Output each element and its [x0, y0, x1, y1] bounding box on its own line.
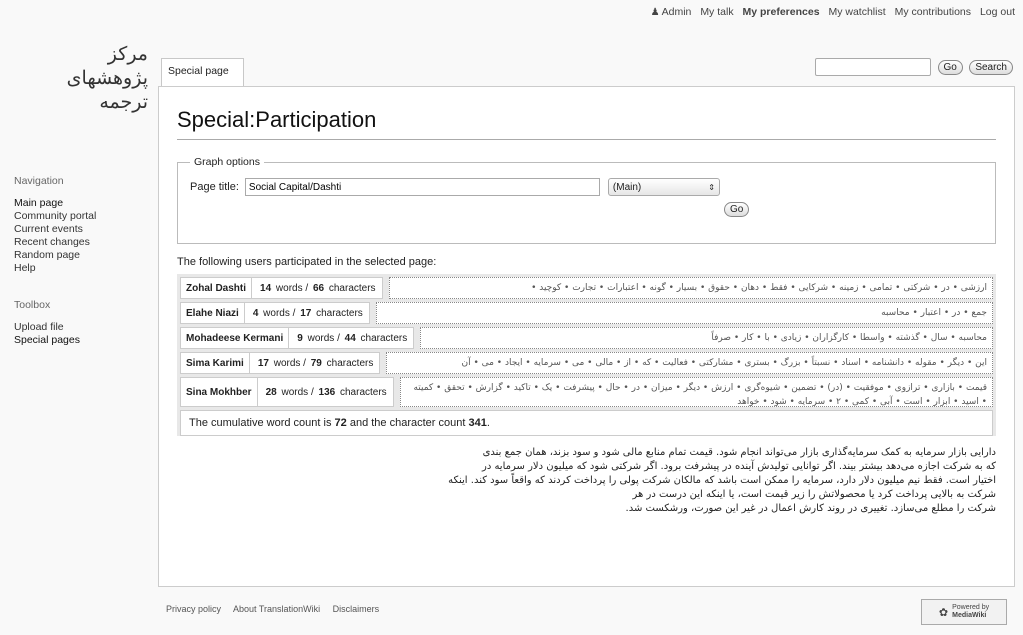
my-watchlist-link[interactable]: My watchlist — [828, 6, 885, 18]
sidebar-item-community-portal[interactable]: Community portal — [14, 210, 154, 223]
page-title-label: Page title: — [190, 181, 239, 193]
select-arrows-icon: ⇕ — [708, 182, 715, 192]
navigation-heading: Navigation — [14, 175, 64, 187]
cumulative-chars: 341 — [468, 417, 487, 429]
sidebar-item-help[interactable]: Help — [14, 262, 154, 275]
user-count: 9 words / 44 characters — [289, 327, 415, 349]
sidebar-item-upload-file[interactable]: Upload file — [14, 321, 154, 334]
table-row: Elahe Niazi 4 words / 17 characters جمع … — [180, 302, 993, 324]
sidebar-item-recent-changes[interactable]: Recent changes — [14, 236, 154, 249]
namespace-select[interactable]: (Main) ⇕ — [607, 178, 720, 196]
table-row: Sina Mokhber 28 words / 136 characters ق… — [180, 377, 993, 407]
article-line: که به شرکت اجازه می‌دهد بیشتر بیند. اگر … — [481, 461, 996, 472]
my-contributions-link[interactable]: My contributions — [895, 6, 971, 18]
user-words: محاسبه • سال • گذشته • واسطا • کارگزاران… — [420, 327, 993, 349]
my-preferences-link[interactable]: My preferences — [743, 6, 820, 18]
page-title: Special:Participation — [177, 107, 996, 140]
logo-line-1: مرکز — [107, 43, 148, 65]
user-name[interactable]: Sima Karimi — [180, 352, 250, 374]
content-area: Special:Participation Graph options Page… — [158, 86, 1015, 587]
cumulative-words: 72 — [334, 417, 347, 429]
mediawiki-logo-icon: ✿ — [938, 606, 949, 619]
site-logo[interactable]: مرکز پژوهشهای ترجمه — [18, 42, 148, 132]
highlighted-article-text: دارایی بازار سرمایه به کمک سرمایه‌گذاری … — [177, 446, 996, 554]
user-words: این • دیگر • مقوله • دانشنامه • اسناد • … — [386, 352, 993, 374]
my-talk-link[interactable]: My talk — [700, 6, 733, 18]
page-title-input[interactable] — [244, 178, 600, 196]
tab-special-page[interactable]: Special page — [161, 58, 244, 86]
sidebar: Navigation Main page Community portal Cu… — [14, 175, 154, 371]
user-icon: ♟ — [650, 7, 660, 18]
logout-link[interactable]: Log out — [980, 6, 1015, 18]
logo-line-3: ترجمه — [99, 91, 148, 113]
user-name[interactable]: Zohal Dashti — [180, 277, 253, 299]
tab-label: Special page — [168, 65, 229, 77]
user-count: 17 words / 79 characters — [249, 352, 381, 374]
toolbox-heading: Toolbox — [14, 299, 51, 311]
privacy-policy-link[interactable]: Privacy policy — [166, 604, 221, 614]
footer-links: Privacy policy About TranslationWiki Dis… — [166, 604, 389, 614]
search-input[interactable] — [815, 58, 932, 76]
cumulative-count: The cumulative word count is 72 and the … — [180, 410, 993, 436]
graph-options: Graph options Page title: (Main) ⇕ Go — [177, 156, 996, 244]
user-count: 28 words / 136 characters — [257, 377, 394, 407]
article-line: شرکت را مطلع می‌سازد. تغییری در روند کار… — [625, 503, 996, 514]
navigation-portlet: Navigation Main page Community portal Cu… — [14, 175, 154, 275]
search-button[interactable]: Search — [969, 59, 1013, 75]
go-button[interactable]: Go — [724, 202, 750, 217]
article-line: شرکت به بالایی پرداخت کرد یا محصولاتش را… — [632, 489, 996, 500]
user-name[interactable]: Elahe Niazi — [180, 302, 245, 324]
namespace-selected: (Main) — [612, 181, 642, 193]
search-go-button[interactable]: Go — [937, 59, 963, 75]
user-count: 14 words / 66 characters — [252, 277, 383, 299]
article-line: اختیار است. فقط نیم میلیون دلار دارد، سر… — [448, 475, 996, 486]
user-link[interactable]: Admin — [662, 6, 692, 18]
user-name[interactable]: Mohadeese Kermani — [180, 327, 290, 349]
toolbox-portlet: Toolbox Upload file Special pages — [14, 299, 154, 347]
user-name[interactable]: Sina Mokhber — [180, 377, 258, 407]
graph-options-legend: Graph options — [194, 156, 260, 168]
search-box: Go Search — [815, 58, 1013, 76]
personal-tools: ♟ Admin My talk My preferences My watchli… — [645, 6, 1015, 18]
table-row: Sima Karimi 17 words / 79 characters این… — [180, 352, 993, 374]
sidebar-item-main-page[interactable]: Main page — [14, 197, 154, 210]
article-line: دارایی بازار سرمایه به کمک سرمایه‌گذاری … — [482, 447, 996, 458]
disclaimers-link[interactable]: Disclaimers — [333, 604, 380, 614]
user-words: قیمت • بازاری • ترازوی • موفقیت • (در) •… — [399, 377, 993, 407]
powered-by-mediawiki-badge[interactable]: ✿ Powered by MediaWiki — [921, 599, 1007, 625]
user-words: ارزشی • در • شرکتی • تمامی • زمینه • شرک… — [388, 277, 993, 299]
table-row: Zohal Dashti 14 words / 66 characters ار… — [180, 277, 993, 299]
sidebar-item-random-page[interactable]: Random page — [14, 249, 154, 262]
sidebar-item-special-pages[interactable]: Special pages — [14, 334, 154, 347]
logo-line-2: پژوهشهای — [66, 67, 148, 89]
intro-text: The following users participated in the … — [177, 256, 437, 268]
about-link[interactable]: About TranslationWiki — [233, 604, 320, 614]
participants-table: Zohal Dashti 14 words / 66 characters ار… — [177, 274, 996, 436]
user-words: جمع • در • اعتبار • محاسبه — [375, 302, 993, 324]
sidebar-item-current-events[interactable]: Current events — [14, 223, 154, 236]
table-row: Mohadeese Kermani 9 words / 44 character… — [180, 327, 993, 349]
user-count: 4 words / 17 characters — [244, 302, 370, 324]
